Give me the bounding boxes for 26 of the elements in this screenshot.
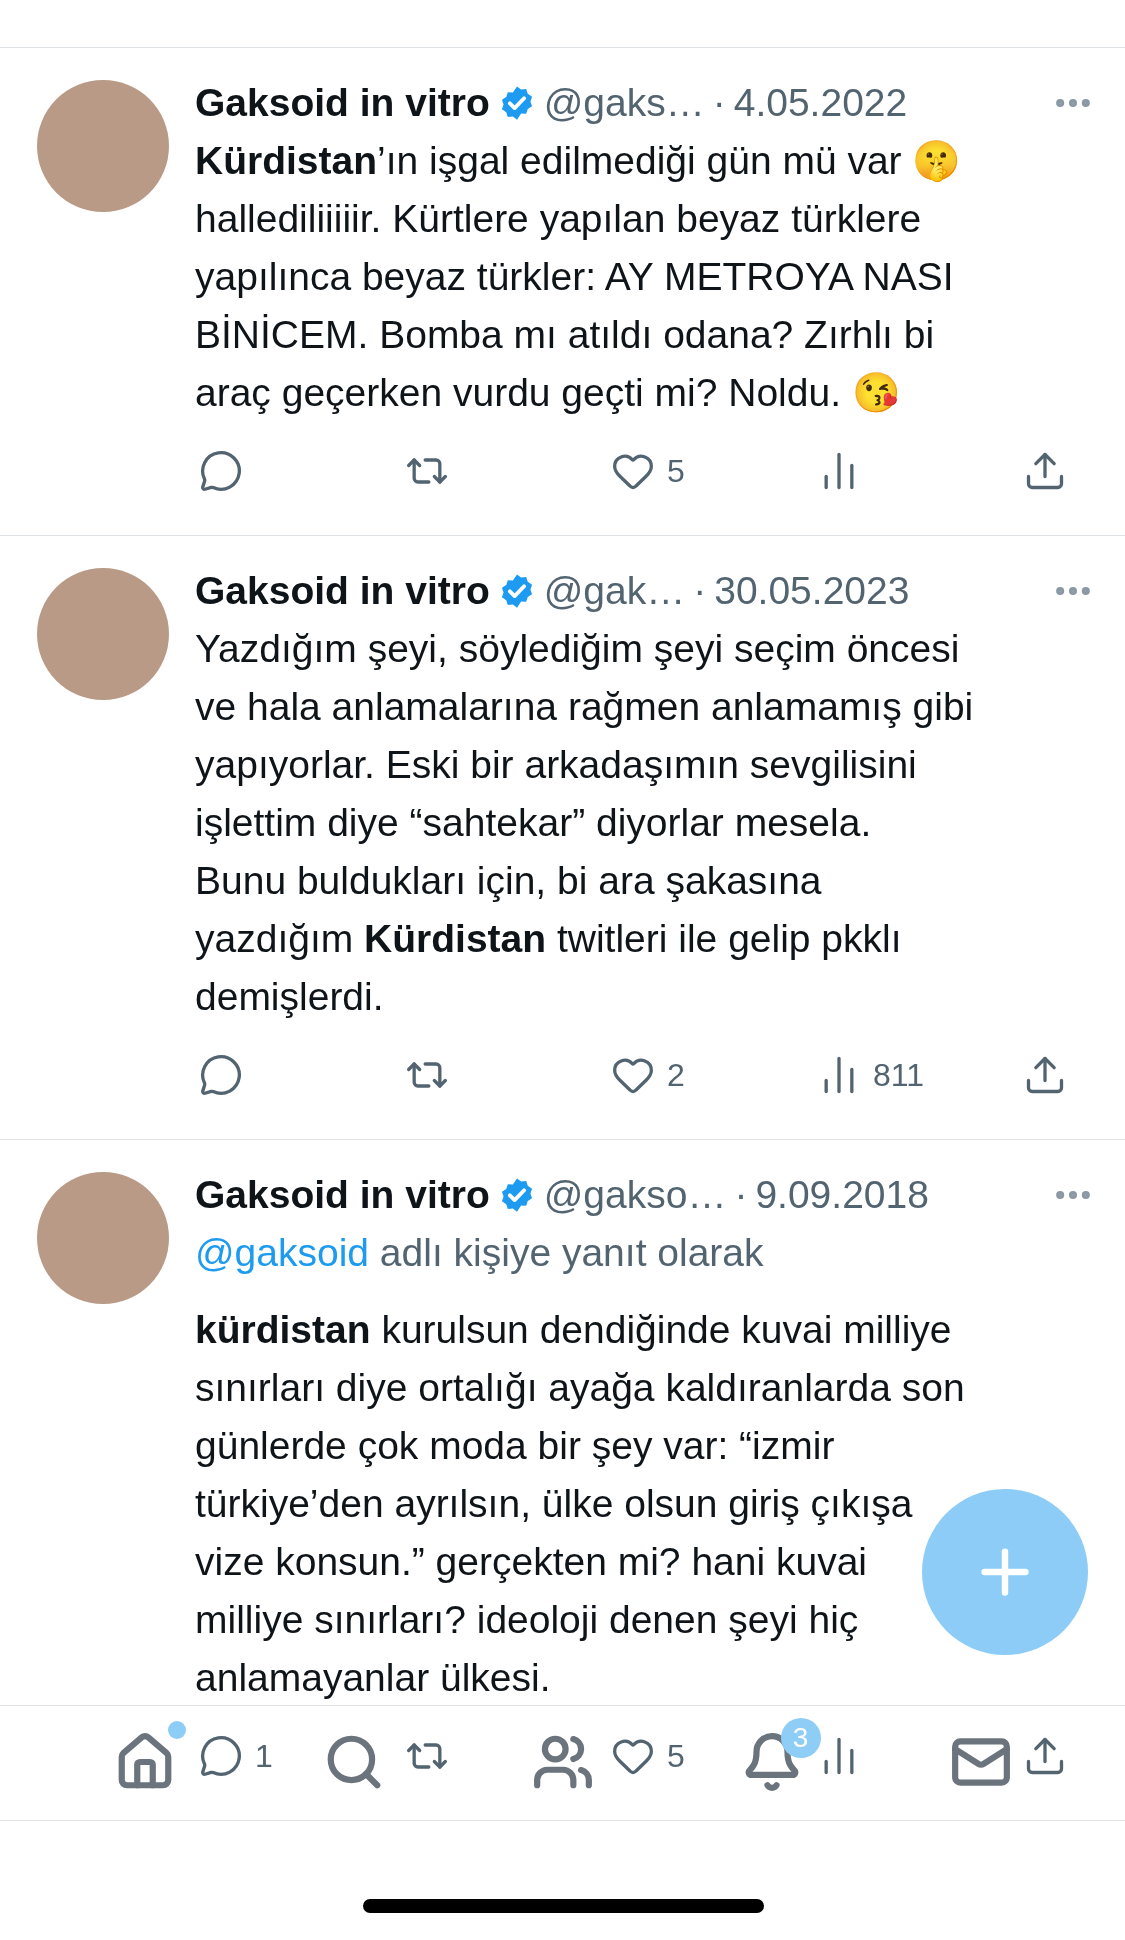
handle: @gakso… xyxy=(543,1173,727,1217)
tweet-date: 30.05.2023 xyxy=(714,569,910,613)
action-count: 5 xyxy=(667,1737,685,1775)
notification-count: 3 xyxy=(780,1718,821,1758)
tweet-date: 9.09.2018 xyxy=(755,1173,929,1217)
separator-dot: · xyxy=(734,1173,748,1217)
handle: @gaks… xyxy=(543,81,705,125)
speech-bubble-icon[interactable] xyxy=(199,449,243,493)
reply-context: adlı kişiye yanıt olarak xyxy=(379,1231,764,1274)
speech-bubble-icon[interactable] xyxy=(199,1053,243,1097)
action-count: 5 xyxy=(667,452,685,490)
action-count: 1 xyxy=(255,1737,273,1775)
author-name: Gaksoid in vitro xyxy=(195,569,490,613)
action-count: 2 xyxy=(667,1056,685,1094)
action-count: 811 xyxy=(873,1056,924,1094)
mention-link[interactable]: @gaksoid xyxy=(195,1231,369,1274)
handle: @gak… xyxy=(543,569,686,613)
author-name: Gaksoid in vitro xyxy=(195,1173,490,1217)
tweet-text: kürdistan kurulsun dendiğinde kuvai milliye sınırları diye ortalığı ayağa kaldıranlarda son günlerde çok moda bir şey var: “izmir türkiye’den ayrılsın, ülke olsun giriş çıkışa vize konsun.” gerçekten mi? hani kuvai milliye sınırları? ideoloji denen şeyi hiç anlamayanlar ülkesi. xyxy=(195,1307,965,1701)
author-name: Gaksoid in vitro xyxy=(195,81,490,125)
separator-dot: · xyxy=(693,569,707,613)
tweet-text: Kürdistan’ın işgal edilmediği gün mü var 🤫 hallediliiiiir. Kürtlere yapılan beyaz türklere yapılınca beyaz türkler: AY METROYA NASI BİNİCEM. Bomba mı atıldı odana? Zırhlı bi araç geçerken vurdu geçti mi? Noldu. 😘 xyxy=(195,138,962,416)
separator-dot: · xyxy=(712,81,726,125)
speech-bubble-icon[interactable] xyxy=(199,1734,243,1778)
tweet-text: Yazdığım şeyi, söylediğim şeyi seçim öncesi ve hala anlamalarına rağmen anlamamış gibi yapıyorlar. Eski bir arkadaşımın sevgilisini işlettim diye “sahtekar” diyorlar mesela. Bunu buldukları için, bi ara şakasına yazdığım Kürdistan twitleri ile gelip pkklı demişlerdi. xyxy=(195,626,974,1020)
tweet-date: 4.05.2022 xyxy=(733,81,908,125)
